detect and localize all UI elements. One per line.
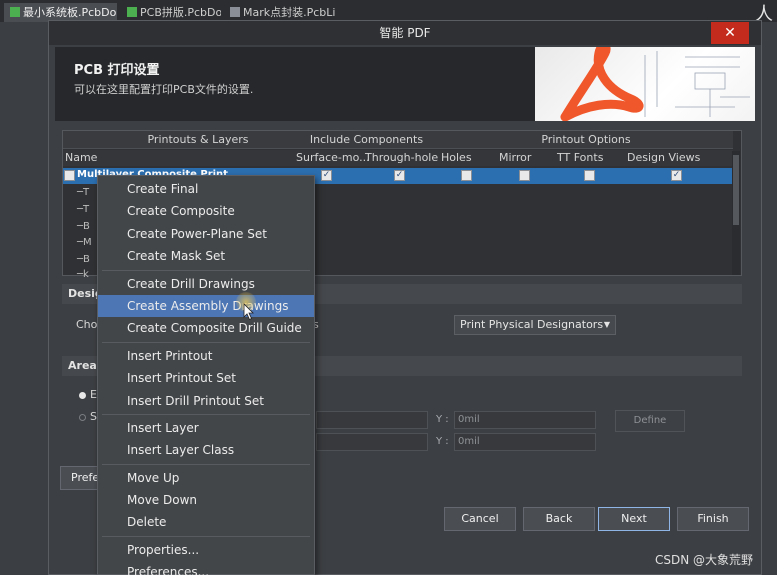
designator-select[interactable]: Print Physical Designators ▼	[454, 315, 616, 335]
grid-scrollbar[interactable]	[732, 151, 740, 275]
col-tt-fonts[interactable]: TT Fonts	[557, 151, 603, 164]
menu-item-insert-printout[interactable]: Insert Printout	[98, 345, 314, 367]
group-include-components: Include Components	[309, 133, 424, 146]
tree-row-layer[interactable]: ─B	[77, 254, 90, 265]
grid-group-header: Printouts & Layers Include Components Pr…	[63, 131, 733, 149]
menu-item-delete[interactable]: Delete	[98, 511, 314, 533]
menu-item-insert-layer-class[interactable]: Insert Layer Class	[98, 439, 314, 461]
group-printout-options: Printout Options	[541, 133, 631, 146]
checkbox-tt-fonts[interactable]	[584, 170, 595, 181]
y1-label: Y :	[436, 414, 449, 425]
menu-item-move-down[interactable]: Move Down	[98, 489, 314, 511]
group-printouts-layers: Printouts & Layers	[147, 133, 249, 146]
y1-field[interactable]: 0mil	[454, 411, 596, 429]
cancel-button[interactable]: Cancel	[444, 507, 516, 531]
tree-row-layer[interactable]: ─k	[77, 269, 89, 280]
back-button[interactable]: Back	[523, 507, 595, 531]
menu-item-create-power-plane-set[interactable]: Create Power-Plane Set	[98, 223, 314, 245]
checkbox-holes[interactable]	[461, 170, 472, 181]
checkbox-surface-mount[interactable]: ✓	[321, 170, 332, 181]
menu-item-create-final[interactable]: Create Final	[98, 178, 314, 200]
menu-item-insert-printout-set[interactable]: Insert Printout Set	[98, 367, 314, 389]
pcb-doc-icon	[10, 7, 20, 17]
col-surface-mount[interactable]: Surface-mo...	[296, 151, 370, 164]
col-through-hole[interactable]: Through-hole	[365, 151, 438, 164]
menu-separator	[102, 535, 310, 537]
y2-label: Y :	[436, 436, 449, 447]
menu-item-preferences[interactable]: Preferences...	[98, 561, 314, 575]
col-mirror[interactable]: Mirror	[499, 151, 531, 164]
menu-item-create-mask-set[interactable]: Create Mask Set	[98, 245, 314, 267]
menu-item-insert-drill-printout-set[interactable]: Insert Drill Printout Set	[98, 390, 314, 412]
expand-toggle[interactable]	[64, 170, 75, 181]
y2-field[interactable]: 0mil	[454, 433, 596, 451]
define-button[interactable]: Define	[615, 410, 685, 432]
chevron-down-icon: ▼	[603, 320, 610, 329]
menu-item-create-assembly-drawings[interactable]: Create Assembly Drawings	[98, 294, 314, 318]
menu-item-create-drill-drawings[interactable]: Create Drill Drawings	[98, 273, 314, 295]
menu-item-insert-layer[interactable]: Insert Layer	[98, 417, 314, 439]
menu-separator	[102, 341, 310, 343]
col-name[interactable]: Name	[65, 151, 97, 164]
tree-row-layer[interactable]: ─B	[77, 221, 90, 232]
menu-item-properties[interactable]: Properties...	[98, 539, 314, 561]
col-holes[interactable]: Holes	[441, 151, 472, 164]
left-background	[0, 22, 48, 575]
x1-field[interactable]	[316, 411, 428, 429]
finish-button[interactable]: Finish	[677, 507, 749, 531]
col-design-views[interactable]: Design Views	[627, 151, 700, 164]
x2-field[interactable]	[316, 433, 428, 451]
banner-title: PCB 打印设置	[74, 63, 160, 78]
dialog-titlebar: 智能 PDF ✕	[49, 21, 761, 45]
editor-tab-bar: 最小系统板.PcbDoc PCB拼版.PcbDoc Mark点封装.PcbLib…	[0, 0, 777, 25]
grid-column-header: Name Surface-mo... Through-hole Holes Mi…	[63, 150, 733, 166]
checkbox-mirror[interactable]	[519, 170, 530, 181]
choose-label: Cho	[76, 318, 98, 331]
menu-separator	[102, 269, 310, 271]
scrollbar-thumb[interactable]	[733, 155, 739, 225]
tree-row-layer[interactable]: ─T	[77, 187, 89, 198]
radio-specific-area[interactable]	[79, 414, 86, 421]
watermark: CSDN @大象荒野	[655, 553, 754, 567]
menu-item-move-up[interactable]: Move Up	[98, 467, 314, 489]
right-background	[762, 22, 777, 575]
next-button[interactable]: Next	[598, 507, 670, 531]
pdf-logo-art	[535, 47, 755, 121]
menu-item-create-composite-drill-guide[interactable]: Create Composite Drill Guide	[98, 317, 314, 339]
dialog-title: 智能 PDF	[379, 26, 431, 40]
pcb-doc-icon	[127, 7, 137, 17]
radio-entire-label: E	[90, 388, 97, 401]
tree-row-layer[interactable]: ─T	[77, 204, 89, 215]
checkbox-through-hole[interactable]: ✓	[394, 170, 405, 181]
wizard-banner: PCB 打印设置 可以在这里配置打印PCB文件的设置.	[55, 47, 755, 121]
pdf-logo-icon	[560, 47, 750, 121]
mouse-cursor-icon	[243, 303, 254, 321]
tree-row-layer[interactable]: ─M	[77, 237, 92, 248]
radio-entire-sheet[interactable]	[79, 392, 86, 399]
context-menu: Create Final Create Composite Create Pow…	[97, 175, 315, 575]
banner-subtitle: 可以在这里配置打印PCB文件的设置.	[74, 83, 254, 96]
checkbox-design-views[interactable]: ✓	[671, 170, 682, 181]
pcb-lib-icon	[230, 7, 240, 17]
close-button[interactable]: ✕	[711, 22, 749, 44]
menu-item-create-composite[interactable]: Create Composite	[98, 200, 314, 222]
menu-separator	[102, 413, 310, 415]
menu-separator	[102, 463, 310, 465]
